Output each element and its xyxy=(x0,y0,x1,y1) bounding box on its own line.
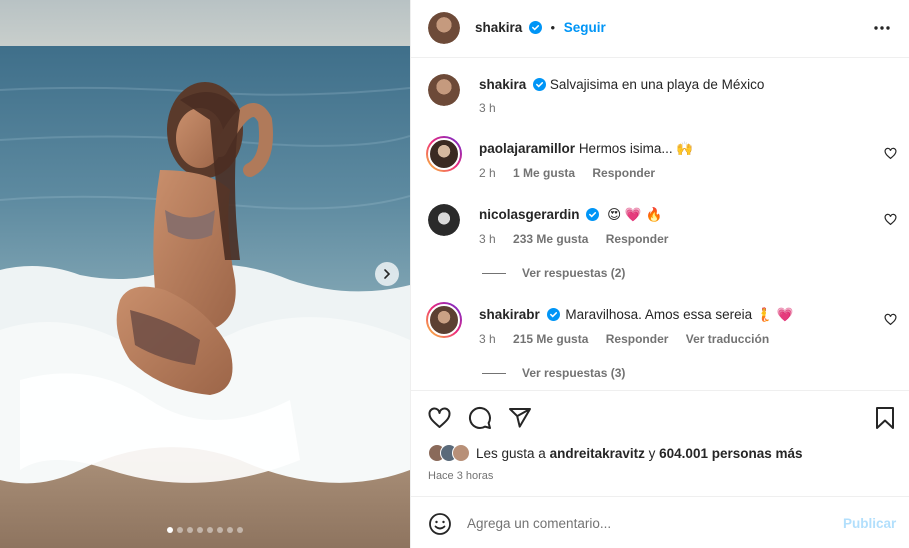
comment-body: Hermos isima... 🙌 xyxy=(578,141,694,156)
share-icon[interactable] xyxy=(508,406,532,430)
comment-username[interactable]: shakirabr xyxy=(479,307,540,322)
comment-time: 3 h xyxy=(479,232,496,246)
post-header: shakira • Seguir xyxy=(411,0,909,58)
translate-button[interactable]: Ver traducción xyxy=(686,332,769,346)
carousel-dot xyxy=(237,527,243,533)
comment-item: nicolasgerardin 😍 💗 🔥 3 h 233 Me gusta R… xyxy=(411,200,909,256)
comment-time: 2 h xyxy=(479,166,496,180)
header-username[interactable]: shakira xyxy=(475,20,522,35)
view-replies-label: Ver respuestas (3) xyxy=(522,366,626,380)
comment-text: paolajaramillor Hermos isima... 🙌 xyxy=(479,141,693,157)
comment-meta: 3 h 215 Me gusta Responder Ver traducció… xyxy=(479,332,783,346)
replies-divider xyxy=(482,272,506,274)
view-replies-label: Ver respuestas (2) xyxy=(522,266,626,280)
likes-count[interactable]: 604.001 personas más xyxy=(659,446,802,461)
emoji-icon[interactable] xyxy=(428,512,452,536)
caption-text: shakira Salvajisima en una playa de Méxi… xyxy=(479,77,764,92)
carousel-indicator xyxy=(0,527,410,533)
reply-button[interactable]: Responder xyxy=(606,232,669,246)
caption-avatar[interactable] xyxy=(428,74,460,106)
likes-summary: Les gusta a andreitakravitz y 604.001 pe… xyxy=(428,444,803,462)
comment-text: shakirabr Maravilhosa. Amos essa sereia … xyxy=(479,307,793,323)
carousel-dot xyxy=(197,527,203,533)
heart-icon[interactable] xyxy=(427,406,452,430)
carousel-dot xyxy=(227,527,233,533)
header-separator: • xyxy=(550,20,556,35)
follow-button[interactable]: Seguir xyxy=(564,20,606,35)
reply-button[interactable]: Responder xyxy=(606,332,669,346)
comment-input[interactable] xyxy=(467,511,827,535)
carousel-dot xyxy=(187,527,193,533)
verified-icon xyxy=(533,78,547,91)
avatar[interactable] xyxy=(428,12,460,44)
view-replies-button[interactable]: Ver respuestas (2) xyxy=(482,266,625,280)
caption-time: 3 h xyxy=(479,101,496,115)
beach-photo xyxy=(0,0,410,548)
comment-likes[interactable]: 1 Me gusta xyxy=(513,166,575,180)
comment-avatar[interactable] xyxy=(426,302,462,338)
comment-icon[interactable] xyxy=(468,406,492,430)
post-photo xyxy=(0,0,410,548)
comment-meta: 2 h 1 Me gusta Responder xyxy=(479,166,669,180)
liker-avatar xyxy=(452,444,470,462)
verified-icon xyxy=(528,21,542,34)
comment-body: 😍 💗 🔥 xyxy=(607,207,663,222)
caption-meta: 3 h xyxy=(479,101,510,115)
comment-avatar[interactable] xyxy=(428,204,460,236)
comment-avatar[interactable] xyxy=(426,136,462,172)
comment-heart-icon[interactable] xyxy=(884,313,897,326)
comment-item: paolajaramillor Hermos isima... 🙌 2 h 1 … xyxy=(411,134,909,190)
reply-button[interactable]: Responder xyxy=(592,166,655,180)
caption: shakira Salvajisima en una playa de Méxi… xyxy=(411,70,909,120)
comment-heart-icon[interactable] xyxy=(884,213,897,226)
comment-likes[interactable]: 215 Me gusta xyxy=(513,332,588,346)
comment-body: Maravilhosa. Amos essa sereia 🧜 💗 xyxy=(565,307,794,322)
more-options-icon[interactable] xyxy=(872,18,892,38)
comment-item: shakirabr Maravilhosa. Amos essa sereia … xyxy=(411,300,909,356)
comment-meta: 3 h 233 Me gusta Responder xyxy=(479,232,682,246)
likes-conj: y xyxy=(648,445,656,461)
comment-text: nicolasgerardin 😍 💗 🔥 xyxy=(479,207,662,223)
chevron-right-icon xyxy=(384,269,391,279)
comment-time: 3 h xyxy=(479,332,496,346)
post-actions: Les gusta a andreitakravitz y 604.001 pe… xyxy=(411,390,909,496)
carousel-dot xyxy=(217,527,223,533)
carousel-dot xyxy=(167,527,173,533)
carousel-next-button[interactable] xyxy=(375,262,399,286)
carousel-dot xyxy=(207,527,213,533)
bookmark-icon[interactable] xyxy=(874,406,896,430)
comment-username[interactable]: nicolasgerardin xyxy=(479,207,580,222)
comment-heart-icon[interactable] xyxy=(884,147,897,160)
carousel-dot xyxy=(177,527,183,533)
post-timestamp: Hace 3 horas xyxy=(428,470,494,482)
comment-likes[interactable]: 233 Me gusta xyxy=(513,232,588,246)
view-replies-button[interactable]: Ver respuestas (3) xyxy=(482,366,625,380)
comment-username[interactable]: paolajaramillor xyxy=(479,141,575,156)
replies-divider xyxy=(482,372,506,374)
publish-button[interactable]: Publicar xyxy=(843,516,896,531)
likes-user[interactable]: andreitakravitz xyxy=(550,446,645,461)
caption-body: Salvajisima en una playa de México xyxy=(549,77,765,92)
verified-icon xyxy=(546,308,560,321)
caption-username[interactable]: shakira xyxy=(479,77,526,92)
post-side-panel: shakira • Seguir shakira Salvajisima en … xyxy=(410,0,909,548)
likes-prefix: Les gusta a xyxy=(476,445,546,461)
add-comment-bar: Publicar xyxy=(411,496,909,548)
verified-icon xyxy=(586,208,600,221)
